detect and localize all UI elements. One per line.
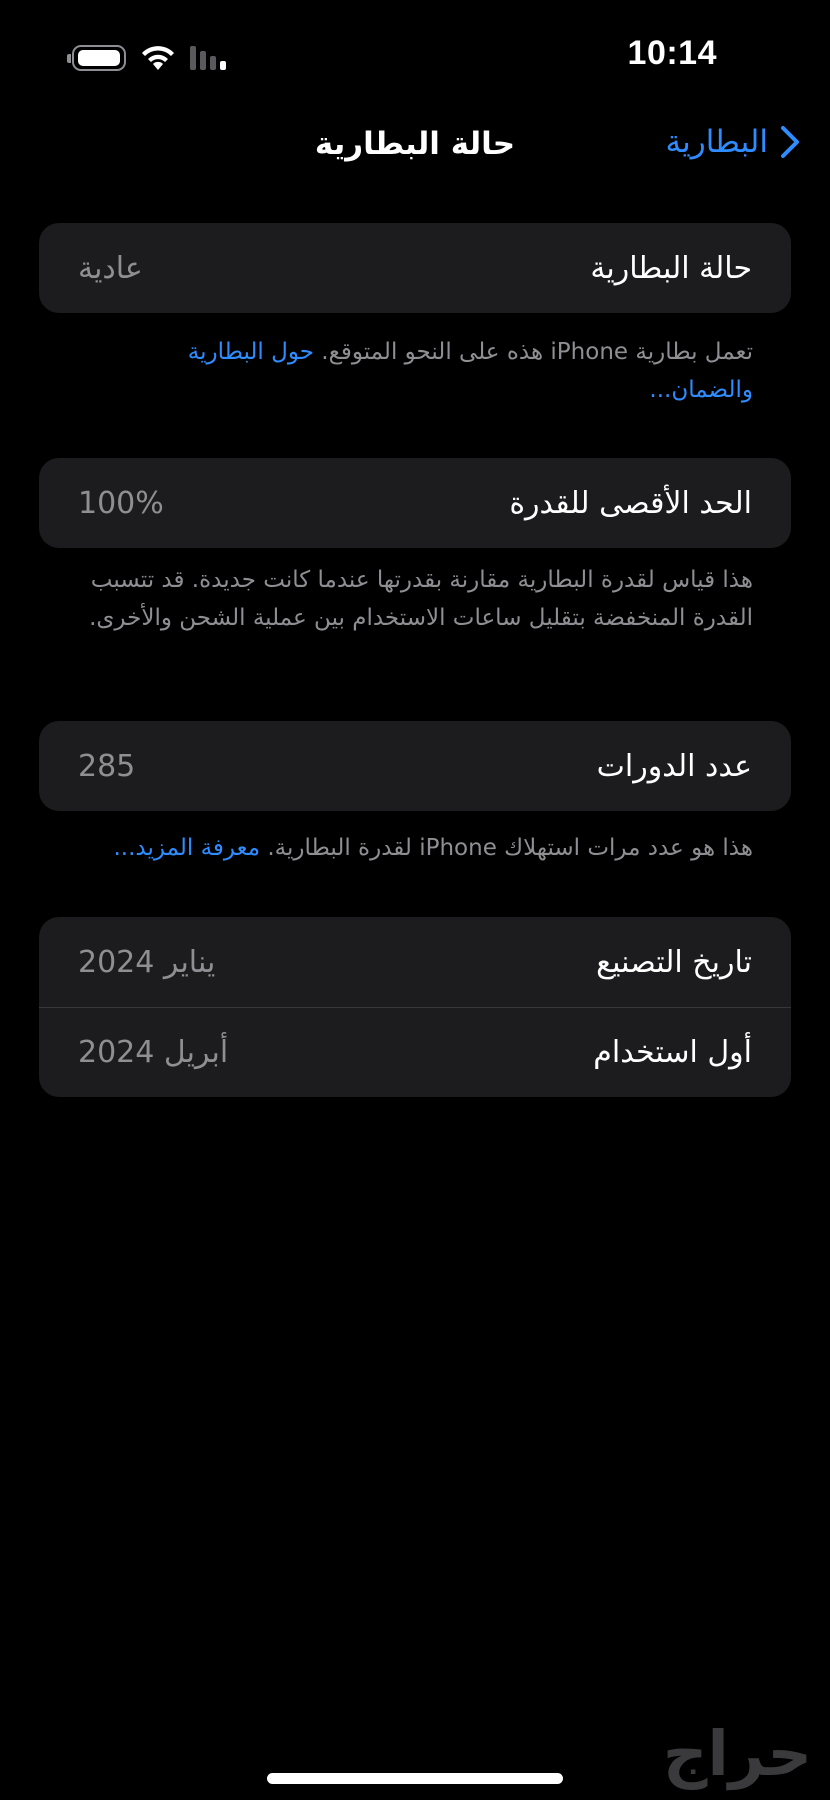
dates-group: تاريخ التصنيع يناير 2024 أول استخدام أبر… <box>39 917 791 1097</box>
battery-condition-note: تعمل بطارية iPhone هذه على النحو المتوقع… <box>80 333 753 409</box>
maximum-capacity-row: الحد الأقصى للقدرة 100% <box>39 458 791 548</box>
first-use-value: أبريل 2024 <box>78 1034 229 1070</box>
chevron-right-icon <box>781 126 799 158</box>
maximum-capacity-value: 100% <box>78 485 164 521</box>
maximum-capacity-group: الحد الأقصى للقدرة 100% <box>39 458 791 548</box>
maximum-capacity-note: هذا قياس لقدرة البطارية مقارنة بقدرتها ع… <box>80 561 753 637</box>
cycle-count-group: عدد الدورات 285 <box>39 721 791 811</box>
cycle-count-value: 285 <box>78 748 136 784</box>
learn-more-link[interactable]: معرفة المزيد... <box>114 835 261 861</box>
cycle-count-note: هذا هو عدد مرات استهلاك iPhone لقدرة الب… <box>60 829 754 867</box>
first-use-row: أول استخدام أبريل 2024 <box>39 1007 791 1097</box>
watermark-logo: حراج <box>662 1717 814 1790</box>
navigation-bar: حالة البطارية البطارية <box>0 110 830 182</box>
manufacture-date-value: يناير 2024 <box>78 944 216 980</box>
manufacture-date-row: تاريخ التصنيع يناير 2024 <box>39 917 791 1007</box>
status-icons <box>67 38 226 78</box>
maximum-capacity-label: الحد الأقصى للقدرة <box>509 485 752 521</box>
cycle-count-note-text: هذا هو عدد مرات استهلاك iPhone لقدرة الب… <box>267 835 753 861</box>
manufacture-date-label: تاريخ التصنيع <box>596 944 752 980</box>
battery-condition-group: حالة البطارية عادية <box>39 223 791 313</box>
back-button-label: البطارية <box>665 124 768 160</box>
battery-condition-row: حالة البطارية عادية <box>39 223 791 313</box>
wifi-icon <box>142 46 174 70</box>
battery-icon <box>67 45 126 71</box>
battery-condition-label: حالة البطارية <box>590 250 752 286</box>
cellular-signal-icon <box>190 46 226 70</box>
cycle-count-label: عدد الدورات <box>596 748 752 784</box>
battery-condition-note-text: تعمل بطارية iPhone هذه على النحو المتوقع… <box>321 339 753 365</box>
cycle-count-row: عدد الدورات 285 <box>39 721 791 811</box>
first-use-label: أول استخدام <box>593 1034 752 1070</box>
status-bar: 10:14 <box>0 0 830 110</box>
maximum-capacity-note-text: هذا قياس لقدرة البطارية مقارنة بقدرتها ع… <box>89 567 753 631</box>
back-button[interactable]: البطارية <box>665 124 800 160</box>
battery-condition-value: عادية <box>78 250 143 286</box>
home-indicator[interactable] <box>267 1773 563 1784</box>
status-time: 10:14 <box>627 34 717 72</box>
